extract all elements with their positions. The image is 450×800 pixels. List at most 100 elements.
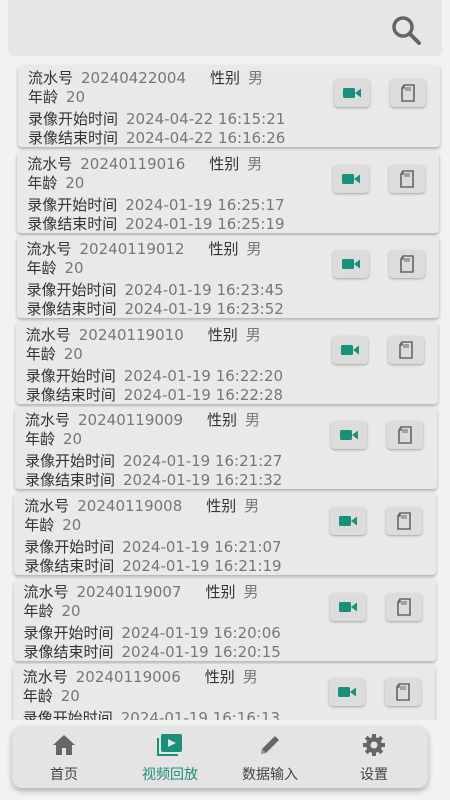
end-time-value: 2024-01-19 16:22:28 <box>123 385 284 404</box>
start-time-row: 录像开始时间 2024-01-19 16:20:06 <box>24 624 281 642</box>
document-icon <box>398 340 413 359</box>
view-record-button[interactable] <box>384 678 421 707</box>
record-card[interactable]: 流水号 20240119009 性别男年龄 20 录像开始时间 2024-01-19 16… <box>15 407 437 490</box>
start-time-value: 2024-01-19 16:21:07 <box>122 538 282 556</box>
play-video-button[interactable] <box>334 79 370 107</box>
age-label: 年龄 <box>26 259 57 278</box>
gender-value: 男 <box>246 240 262 259</box>
document-icon <box>397 512 412 530</box>
end-time-label: 录像结束时间 <box>25 471 116 490</box>
record-card[interactable]: 流水号 20240119016 性别男年龄 20 录像开始时间 2024-01-19 16… <box>17 150 440 233</box>
end-time-row: 录像结束时间 2024-01-19 16:21:19 <box>24 557 281 575</box>
view-record-button[interactable] <box>387 421 423 450</box>
serial-value: 20240119008 <box>77 497 183 515</box>
nav-data-input[interactable]: 数据输入 <box>226 732 314 784</box>
play-video-button[interactable] <box>329 592 366 621</box>
age-label: 年龄 <box>25 344 56 363</box>
age-row: 年龄 20 <box>25 430 82 448</box>
play-video-button[interactable] <box>328 678 365 707</box>
serial-label: 流水号 <box>25 411 71 430</box>
play-video-button[interactable] <box>331 335 368 364</box>
view-record-button[interactable] <box>388 250 425 279</box>
view-record-button[interactable] <box>389 164 426 193</box>
top-bar <box>8 0 442 56</box>
view-record-button[interactable] <box>390 79 426 107</box>
age-value: 20 <box>63 344 83 363</box>
record-card[interactable]: 流水号 20240119007 性别男年龄 20 录像开始时间 2024-01-19 16… <box>13 578 436 661</box>
age-label: 年龄 <box>22 687 53 706</box>
start-time-row: 录像开始时间 2024-01-19 16:23:45 <box>27 281 284 299</box>
start-time-value: 2024-01-19 16:16:13 <box>120 709 281 720</box>
gender-label: 性别 <box>207 325 238 344</box>
search-icon <box>392 16 421 45</box>
age-label: 年龄 <box>23 601 54 620</box>
view-record-button[interactable] <box>387 335 424 364</box>
end-time-row: 录像结束时间 2024-01-19 16:20:15 <box>24 643 281 661</box>
start-time-label: 录像开始时间 <box>27 195 118 214</box>
end-time-label: 录像结束时间 <box>27 214 118 233</box>
serial-value: 20240119006 <box>75 668 181 687</box>
play-video-button[interactable] <box>333 164 370 193</box>
camera-icon <box>337 687 356 698</box>
end-time-value: 2024-01-19 16:21:19 <box>122 557 282 575</box>
start-time-label: 录像开始时间 <box>28 110 119 128</box>
end-time-row: 录像结束时间 2024-01-19 16:22:28 <box>26 386 283 404</box>
end-time-label: 录像结束时间 <box>24 557 115 575</box>
end-time-value: 2024-01-19 16:21:32 <box>123 471 283 490</box>
document-icon <box>400 169 415 188</box>
nav-video-playback-label: 视频回放 <box>142 767 198 783</box>
view-record-button[interactable] <box>386 507 423 535</box>
end-time-row: 录像结束时间 2024-01-19 16:25:19 <box>27 215 284 233</box>
serial-value: 20240119010 <box>78 325 184 344</box>
start-time-label: 录像开始时间 <box>24 538 115 556</box>
camera-icon <box>338 601 357 612</box>
video-playback-icon <box>157 732 183 758</box>
start-time-row: 录像开始时间 2024-01-19 16:22:20 <box>26 367 283 385</box>
age-value: 20 <box>60 687 80 706</box>
serial-row: 流水号 20240119010 性别男 <box>26 326 261 344</box>
record-list[interactable]: 流水号 20240422004 性别男年龄 20 录像开始时间 2024-04-22 16… <box>0 62 450 720</box>
age-row: 年龄 20 <box>23 687 80 705</box>
search-button[interactable] <box>390 14 422 46</box>
record-card[interactable]: 流水号 20240119008 性别男年龄 20 录像开始时间 2024-01-19 16… <box>14 493 437 575</box>
age-row: 年龄 20 <box>24 516 81 534</box>
pencil-icon <box>258 732 282 758</box>
gender-label: 性别 <box>207 411 238 430</box>
play-video-button[interactable] <box>332 250 369 279</box>
start-time-label: 录像开始时间 <box>23 623 114 642</box>
gender-value: 男 <box>243 582 259 601</box>
serial-label: 流水号 <box>24 497 70 515</box>
start-time-row: 录像开始时间 2024-01-19 16:21:07 <box>24 538 281 556</box>
serial-row: 流水号 20240119016 性别男 <box>27 155 262 173</box>
gender-value: 男 <box>244 497 260 515</box>
age-value: 20 <box>64 259 84 278</box>
record-card[interactable]: 流水号 20240119006 性别男年龄 20 录像开始时间 2024-01-19 16… <box>12 664 435 720</box>
record-card[interactable]: 流水号 20240119010 性别男年龄 20 录像开始时间 2024-01-19 16… <box>15 321 438 404</box>
record-card[interactable]: 流水号 20240422004 性别男年龄 20 录像开始时间 2024-04-22 16… <box>18 65 440 147</box>
camera-icon <box>343 88 361 98</box>
age-label: 年龄 <box>24 516 55 534</box>
nav-settings[interactable]: 设置 <box>330 732 418 784</box>
start-time-row: 录像开始时间 2024-01-19 16:21:27 <box>25 452 282 470</box>
serial-row: 流水号 20240422004 性别男 <box>28 69 263 87</box>
bottom-nav: 首页 视频回放 数据输入 设置 <box>12 726 428 788</box>
nav-video-playback[interactable]: 视频回放 <box>126 732 214 784</box>
camera-icon <box>341 259 360 270</box>
gender-value: 男 <box>248 69 264 87</box>
age-value: 20 <box>65 173 85 192</box>
end-time-label: 录像结束时间 <box>23 642 114 661</box>
home-icon <box>52 732 76 758</box>
play-video-button[interactable] <box>331 421 367 450</box>
gender-label: 性别 <box>205 582 236 601</box>
end-time-value: 2024-01-19 16:20:15 <box>121 642 281 661</box>
serial-row: 流水号 20240119009 性别男 <box>25 411 260 429</box>
document-icon <box>398 426 412 445</box>
start-time-row: 录像开始时间 2024-01-19 16:25:17 <box>27 196 284 214</box>
play-video-button[interactable] <box>330 507 367 535</box>
record-card[interactable]: 流水号 20240119012 性别男年龄 20 录像开始时间 2024-01-19 16… <box>16 236 439 319</box>
nav-home[interactable]: 首页 <box>20 732 108 784</box>
gender-label: 性别 <box>209 154 240 173</box>
gender-value: 男 <box>242 668 258 687</box>
age-row: 年龄 20 <box>24 602 81 620</box>
view-record-button[interactable] <box>385 592 422 621</box>
